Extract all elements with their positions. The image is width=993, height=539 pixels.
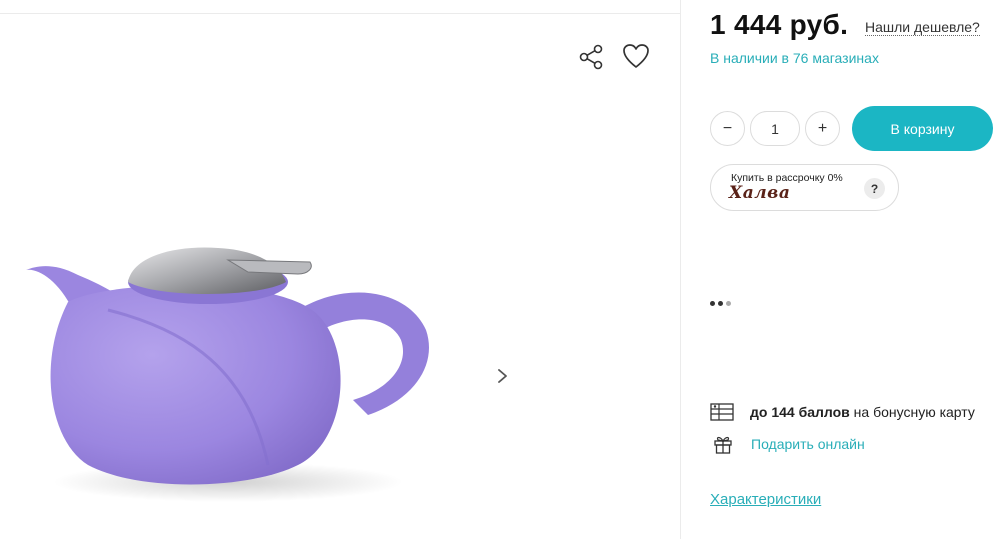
product-image[interactable] — [18, 240, 448, 510]
gallery-border — [0, 13, 680, 14]
product-price: 1 444 руб. — [710, 9, 849, 40]
chevron-right-icon[interactable] — [490, 362, 516, 390]
found-cheaper-link[interactable]: Нашли дешевле? — [865, 19, 980, 36]
share-icon[interactable] — [578, 43, 606, 71]
halva-logo: Халва — [729, 183, 791, 203]
column-divider — [680, 0, 681, 539]
heart-icon[interactable] — [621, 42, 651, 70]
bonus-amount: до 144 баллов — [750, 404, 850, 420]
dot — [726, 301, 731, 306]
dot — [710, 301, 715, 306]
bonus-card-icon — [710, 403, 734, 421]
buy-panel: 1 444 руб. Нашли дешевле? В наличии в 76… — [710, 0, 993, 539]
installment-button[interactable]: Купить в рассрочку 0% Халва ? — [710, 164, 899, 211]
loading-dots-icon — [710, 301, 731, 306]
bonus-description: на бонусную карту — [849, 404, 975, 420]
gift-online-link[interactable]: Подарить онлайн — [751, 436, 865, 452]
bonus-text: до 144 баллов на бонусную карту — [750, 404, 975, 420]
product-gallery — [0, 0, 680, 539]
quantity-increase-button[interactable]: + — [805, 111, 840, 146]
quantity-decrease-button[interactable]: − — [710, 111, 745, 146]
dot — [718, 301, 723, 306]
availability-link[interactable]: В наличии в 76 магазинах — [710, 50, 879, 66]
add-to-cart-button[interactable]: В корзину — [852, 106, 993, 151]
gift-icon — [714, 436, 732, 454]
quantity-input[interactable] — [750, 111, 800, 146]
installment-help-icon[interactable]: ? — [864, 178, 885, 199]
specifications-link[interactable]: Характеристики — [710, 491, 821, 508]
bonus-info: до 144 баллов на бонусную карту — [710, 401, 993, 423]
